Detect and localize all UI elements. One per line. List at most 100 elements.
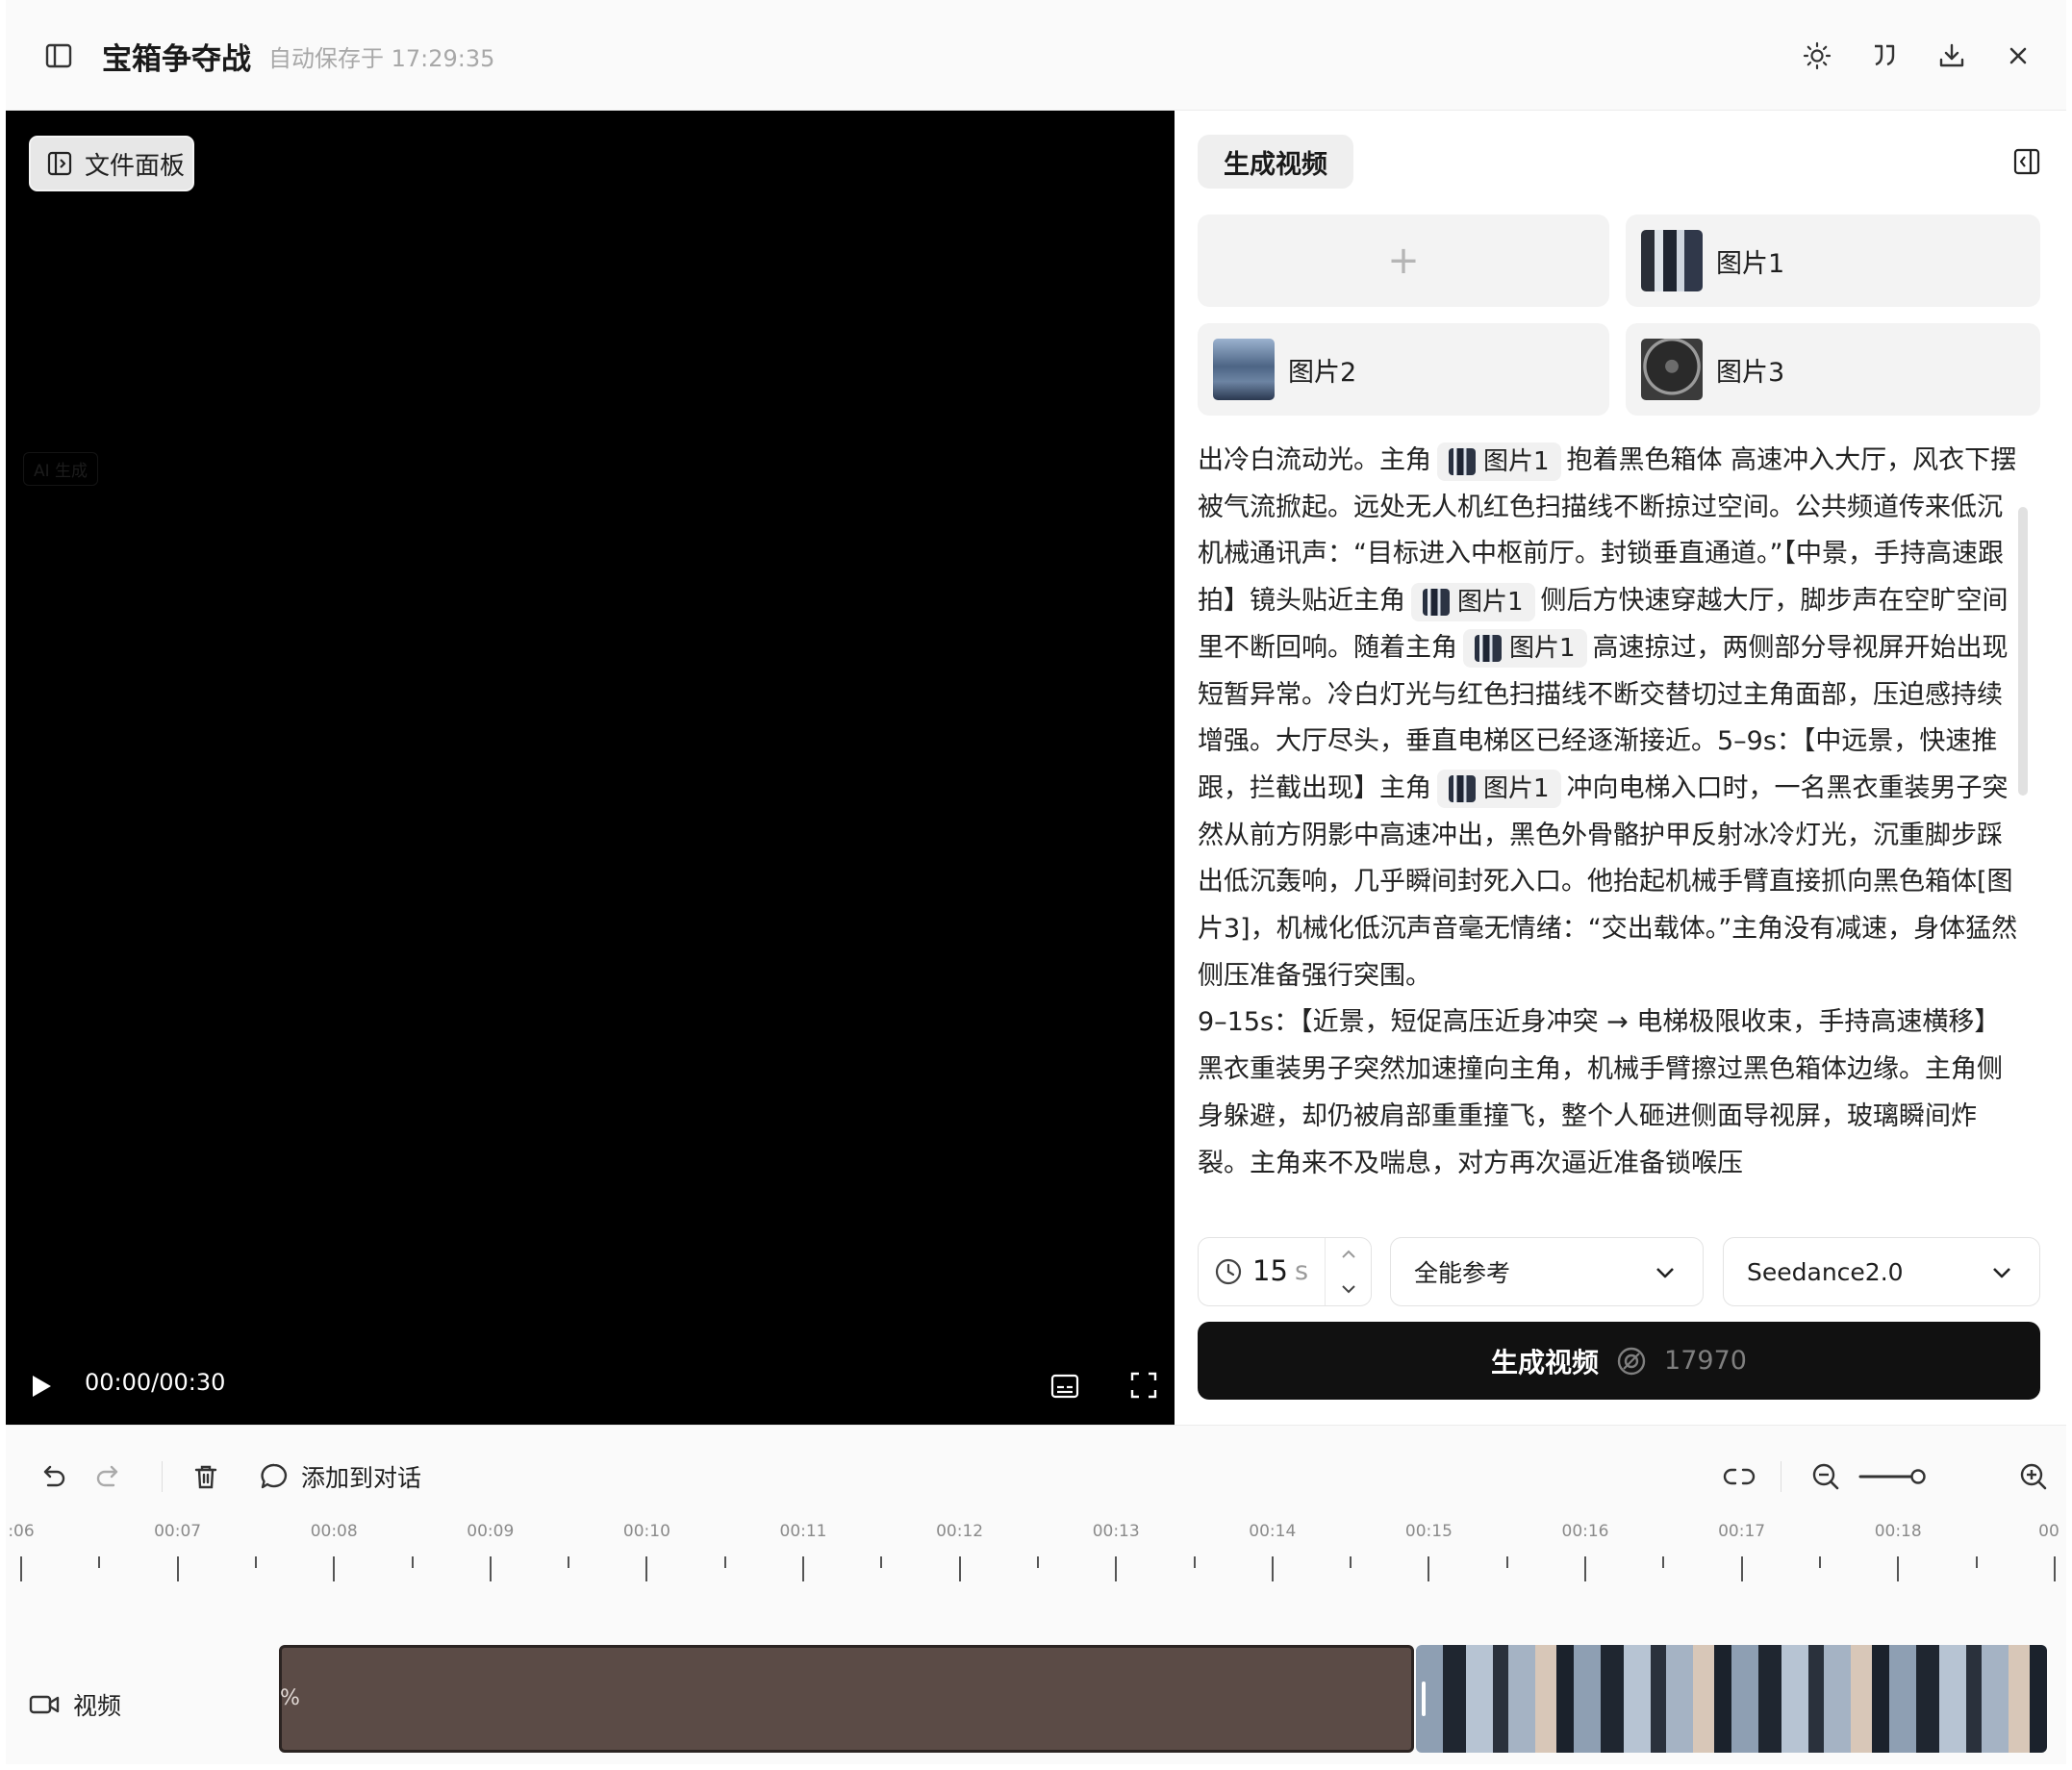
link-icon[interactable] — [1723, 1462, 1756, 1491]
image-3-thumbnail — [1641, 339, 1703, 400]
video-clip-generating[interactable]: % — [279, 1645, 1414, 1753]
ruler-label: 00:17 — [1718, 1522, 1766, 1541]
reference-image-1[interactable]: 图片1 — [1626, 215, 2040, 307]
model-value: Seedance2.0 — [1747, 1257, 1904, 1286]
quote-icon[interactable] — [1870, 41, 1899, 70]
play-icon[interactable] — [29, 1373, 54, 1403]
ruler-label: 00:07 — [154, 1522, 202, 1541]
ruler-major-tick — [176, 1556, 179, 1581]
image-chip-thumbnail — [1475, 635, 1502, 663]
chevron-up-icon[interactable] — [1338, 1246, 1359, 1267]
image-ref-chip[interactable]: 图片1 — [1437, 442, 1561, 481]
prompt-text: 出冷白流动光。主角 — [1198, 445, 1431, 475]
generate-button-label: 生成视频 — [1491, 1346, 1600, 1378]
ruler-major-tick — [1740, 1556, 1743, 1581]
ruler-minor-tick — [1975, 1556, 1978, 1568]
stepper-divider — [1325, 1238, 1326, 1305]
plus-icon: + — [1387, 239, 1420, 283]
video-track-label: 视频 — [29, 1687, 121, 1722]
theme-sun-icon[interactable] — [1803, 41, 1832, 70]
add-reference-image-button[interactable]: + — [1198, 215, 1609, 307]
ruler-minor-tick — [1662, 1556, 1665, 1568]
mode-select[interactable]: 全能参考 — [1390, 1237, 1704, 1306]
top-bar: 宝箱争夺战 自动保存于 17:29:35 — [6, 0, 2066, 111]
reference-image-3[interactable]: 图片3 — [1626, 323, 2040, 416]
video-clip-thumbnails[interactable] — [1416, 1645, 2047, 1753]
zoom-in-icon[interactable] — [2018, 1461, 2049, 1492]
chip-label: 图片1 — [1457, 587, 1524, 617]
project-title: 宝箱争夺战 — [102, 41, 251, 77]
ruler-label: :06 — [8, 1522, 35, 1541]
ruler-major-tick — [2053, 1556, 2056, 1581]
chip-label: 图片1 — [1509, 634, 1576, 664]
zoom-slider[interactable] — [1858, 1465, 1928, 1488]
undo-icon[interactable] — [38, 1462, 67, 1491]
ruler-minor-tick — [1036, 1556, 1039, 1568]
ruler-major-tick — [958, 1556, 961, 1581]
image-ref-chip[interactable]: 图片1 — [1463, 629, 1587, 669]
prompt-textarea[interactable]: 出冷白流动光。主角 图片1 抱着黑色箱体 高速冲入大厅，风衣下摆被气流掀起。远处无人… — [1198, 438, 2025, 1203]
ruler-major-tick — [645, 1556, 648, 1581]
sidebar-toggle-icon[interactable] — [44, 41, 73, 70]
prompt-text: 冲向电梯入口时，一名黑衣重装男子突然从前方阴影中高速冲出，黑色外骨骼护甲反射冰冷… — [1198, 772, 2018, 991]
chevron-down-icon[interactable] — [1338, 1280, 1359, 1302]
image-1-label: 图片1 — [1716, 248, 1785, 279]
timeline-ruler[interactable]: :06 00:07 00:08 00:09 00:10 00:11 00:12 00:13 00… — [6, 1522, 2066, 1599]
duration-stepper[interactable]: 15 s — [1198, 1237, 1372, 1306]
download-icon[interactable] — [1937, 41, 1966, 70]
zoom-controls — [1723, 1453, 2049, 1501]
image-2-thumbnail — [1213, 339, 1275, 400]
track-name: 视频 — [73, 1692, 122, 1720]
ruler-minor-tick — [254, 1556, 257, 1568]
video-controls: 00:00/00:30 — [6, 1348, 1175, 1425]
trash-icon[interactable] — [191, 1462, 220, 1491]
mode-value: 全能参考 — [1414, 1259, 1511, 1287]
redo-icon[interactable] — [94, 1462, 123, 1491]
ruler-major-tick — [1897, 1556, 1900, 1581]
fullscreen-icon[interactable] — [1129, 1371, 1158, 1403]
chevron-down-icon — [1653, 1261, 1678, 1290]
clock-icon — [1214, 1257, 1243, 1290]
reference-image-2[interactable]: 图片2 — [1198, 323, 1609, 416]
video-preview[interactable]: 文件面板 AI 生成 00:00/00:30 — [6, 111, 1175, 1425]
add-to-chat-button[interactable]: 添加到对话 — [301, 1459, 421, 1494]
ruler-label: 00:13 — [1092, 1522, 1140, 1541]
ruler-major-tick — [1584, 1556, 1586, 1581]
clip-progress-text: % — [280, 1686, 300, 1710]
ruler-major-tick — [333, 1556, 336, 1581]
ruler-minor-tick — [1350, 1556, 1352, 1568]
image-ref-chip[interactable]: 图片1 — [1437, 770, 1561, 809]
ruler-minor-tick — [568, 1556, 570, 1568]
duration-value: 15 — [1252, 1254, 1288, 1287]
chip-label: 图片1 — [1483, 774, 1550, 804]
ruler-minor-tick — [1505, 1556, 1508, 1568]
autosave-status: 自动保存于 17:29:35 — [268, 44, 495, 72]
image-chip-thumbnail — [1423, 588, 1450, 616]
panel-collapse-icon[interactable] — [2012, 147, 2041, 180]
subtitles-icon[interactable] — [1050, 1373, 1079, 1403]
prompt-scrollbar[interactable] — [2018, 507, 2028, 796]
image-chip-thumbnail — [1449, 775, 1476, 803]
generate-video-button[interactable]: 生成视频 17970 — [1198, 1322, 2040, 1400]
close-icon[interactable] — [2005, 42, 2032, 69]
tab-generate-video[interactable]: 生成视频 — [1198, 135, 1353, 189]
image-2-label: 图片2 — [1288, 357, 1357, 388]
ruler-major-tick — [20, 1556, 22, 1581]
model-select[interactable]: Seedance2.0 — [1723, 1237, 2040, 1306]
clip-trim-handle[interactable] — [1422, 1682, 1426, 1716]
ruler-minor-tick — [723, 1556, 726, 1568]
zoom-out-icon[interactable] — [1810, 1461, 1841, 1492]
ruler-major-tick — [1115, 1556, 1118, 1581]
file-panel-button[interactable]: 文件面板 — [29, 136, 194, 191]
ruler-label: 00:15 — [1404, 1522, 1453, 1541]
credits-count: 17970 — [1664, 1346, 1747, 1376]
ruler-label: 00:10 — [622, 1522, 670, 1541]
ai-generated-tag: AI 生成 — [23, 452, 99, 486]
timeline-panel: 添加到对话 :06 00:07 00:08 00:09 00:10 00:11 00:12 0… — [6, 1425, 2066, 1764]
chip-label: 图片1 — [1483, 446, 1550, 476]
image-ref-chip[interactable]: 图片1 — [1411, 582, 1535, 621]
credits-icon — [1616, 1346, 1647, 1377]
prompt-paragraph-2: 9–15s：【近景，短促高压近身冲突 → 电梯极限收束，手持高速横移】黑衣重装男… — [1198, 1007, 2003, 1178]
chat-bubble-icon[interactable] — [259, 1461, 290, 1492]
image-3-label: 图片3 — [1716, 357, 1785, 388]
